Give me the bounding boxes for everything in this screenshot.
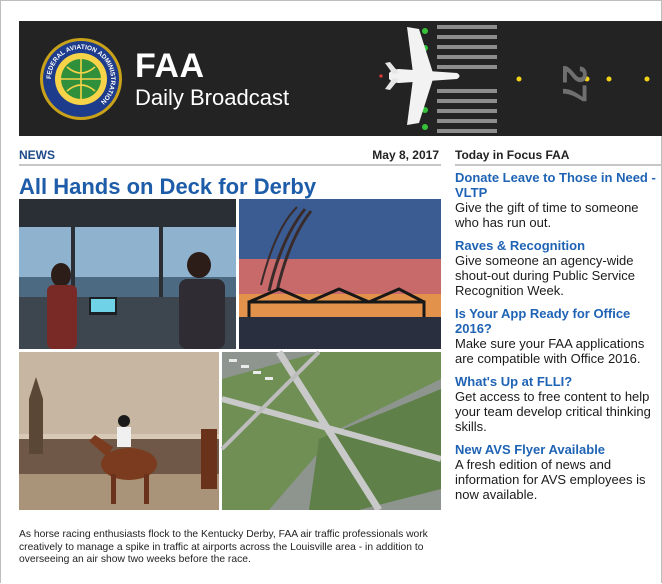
article-body: As horse racing enthusiasts flock to the… <box>19 529 428 565</box>
sidebar-item: Raves & Recognition Give someone an agen… <box>455 238 661 298</box>
news-section-label: NEWS <box>19 148 55 162</box>
sidebar-item-title-flli[interactable]: What's Up at FLLI? <box>455 374 661 389</box>
airport-aerial-photo <box>220 350 441 510</box>
airshow-sunset-photo <box>239 199 441 349</box>
sidebar-focus-list: Donate Leave to Those in Need - VLTP Giv… <box>455 170 661 510</box>
brand-title: FAA <box>135 47 205 85</box>
sidebar-item-title-office[interactable]: Is Your App Ready for Office 2016? <box>455 306 661 336</box>
sidebar-item-title-avs-flyer[interactable]: New AVS Flyer Available <box>455 442 661 457</box>
sidebar-item-desc: Give the gift of time to someone who has… <box>455 200 639 230</box>
sidebar-item-title-raves[interactable]: Raves & Recognition <box>455 238 661 253</box>
sidebar-item: Is Your App Ready for Office 2016? Make … <box>455 306 661 366</box>
sidebar-item: Donate Leave to Those in Need - VLTP Giv… <box>455 170 661 230</box>
header-banner: FEDERAL AVIATION ADMINISTRATION FAA Dail… <box>19 21 662 136</box>
runway-number: 27 <box>555 65 593 103</box>
sidebar-item-title-vltp[interactable]: Donate Leave to Those in Need - VLTP <box>455 170 661 200</box>
sidebar-item-desc: Give someone an agency-wide shout-out du… <box>455 253 635 298</box>
sidebar-item-desc: Get access to free content to help your … <box>455 389 651 434</box>
brand-subtitle: Daily Broadcast <box>135 85 290 110</box>
horse-race-photo <box>19 352 219 510</box>
news-header-row: NEWS May 8, 2017 <box>19 148 441 166</box>
runway-illustration: 27 <box>359 21 662 136</box>
control-tower-photo <box>19 199 236 349</box>
faa-seal-icon: FEDERAL AVIATION ADMINISTRATION <box>40 38 122 120</box>
sidebar-item-desc: A fresh edition of news and information … <box>455 457 646 502</box>
sidebar-item: New AVS Flyer Available A fresh edition … <box>455 442 661 502</box>
sidebar-item-desc: Make sure your FAA applications are comp… <box>455 336 645 366</box>
sidebar-item: What's Up at FLLI? Get access to free co… <box>455 374 661 434</box>
article-headline[interactable]: All Hands on Deck for Derby <box>19 174 316 200</box>
photo-collage[interactable] <box>19 199 441 510</box>
sidebar-heading: Today in Focus FAA <box>455 148 661 166</box>
news-date: May 8, 2017 <box>372 148 439 162</box>
